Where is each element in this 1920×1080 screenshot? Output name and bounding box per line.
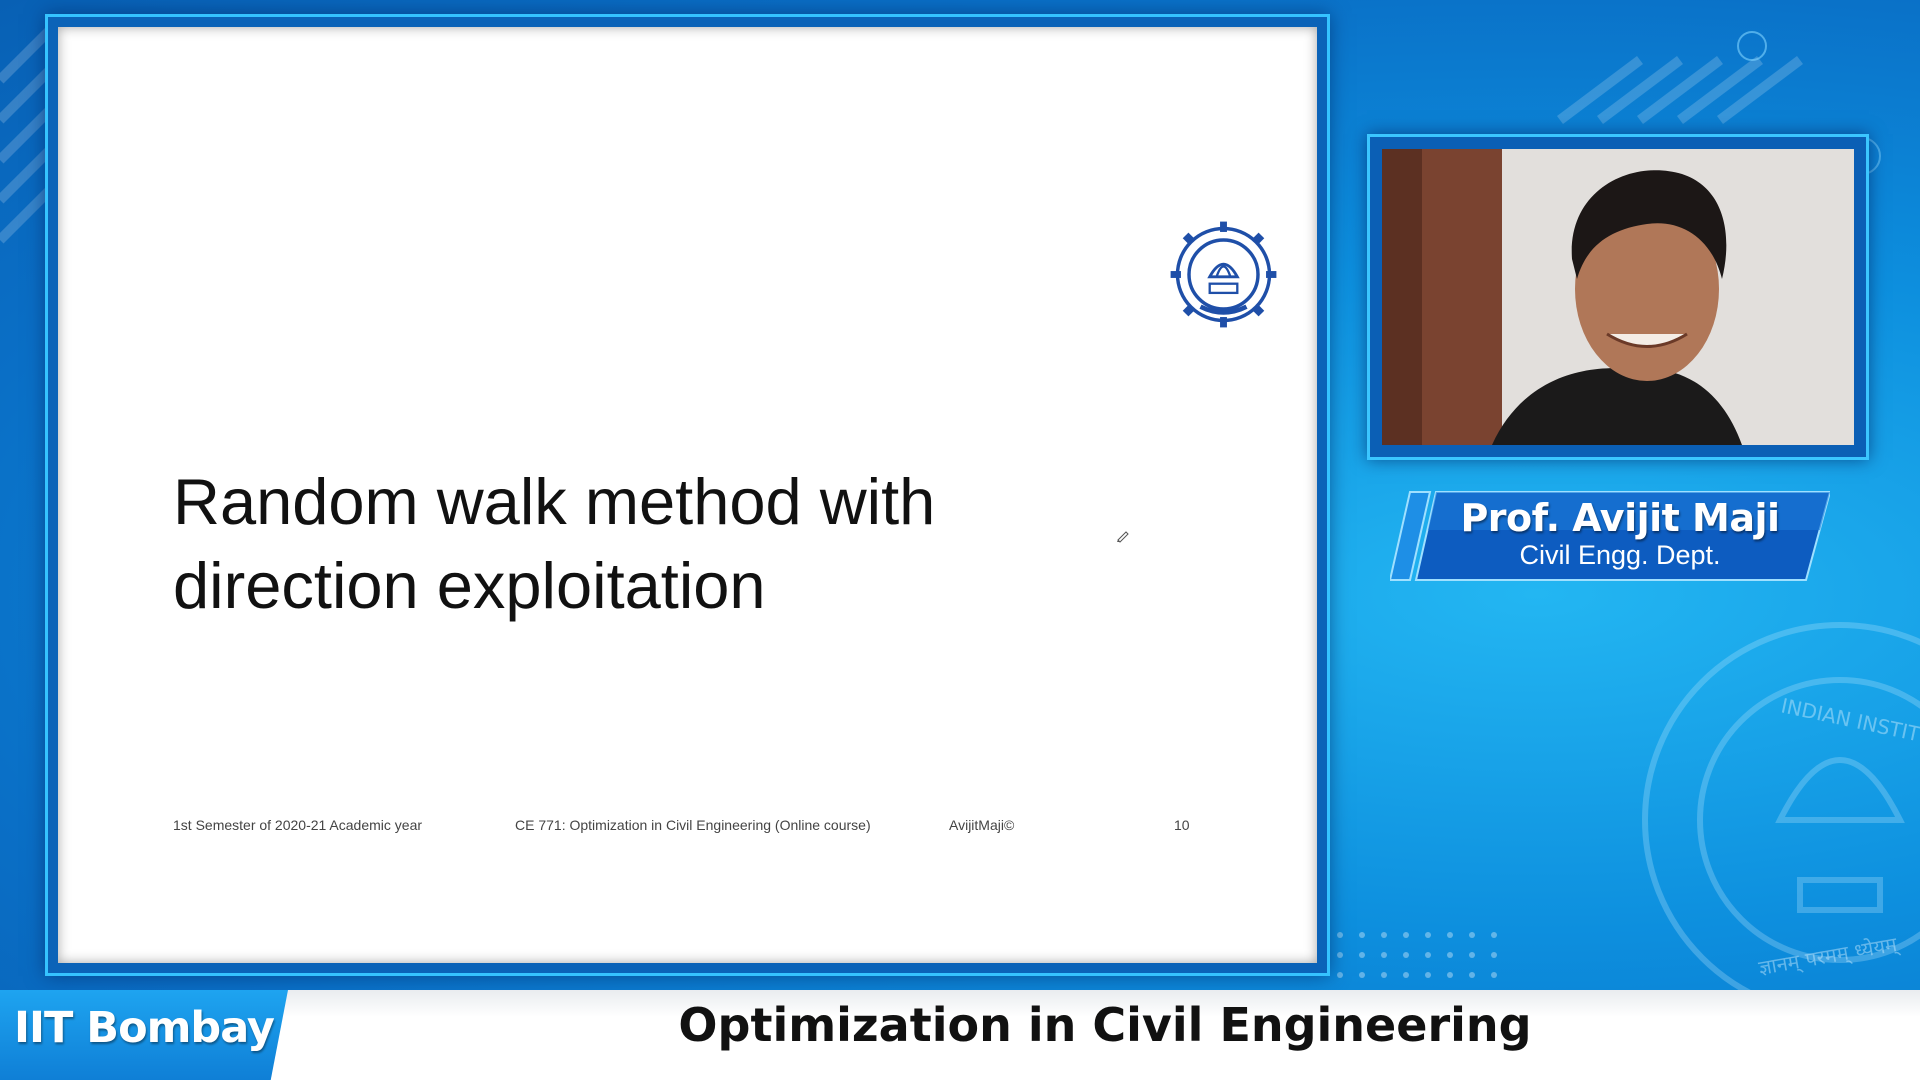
- slide-title-line2: direction exploitation: [173, 549, 766, 622]
- presenter-name: Prof. Avijit Maji: [1460, 496, 1780, 540]
- footer-semester: 1st Semester of 2020-21 Academic year: [173, 817, 423, 833]
- presenter-image: [1382, 149, 1854, 445]
- slide-title: Random walk method with direction exploi…: [173, 460, 1073, 628]
- pen-cursor-icon: [1117, 531, 1129, 543]
- slide-title-line1: Random walk method with: [173, 465, 936, 538]
- presenter-video: [1382, 149, 1854, 445]
- iit-bombay-logo-icon: [1170, 221, 1277, 328]
- presenter-department: Civil Engg. Dept.: [1519, 540, 1721, 570]
- slide: Random walk method with direction exploi…: [58, 27, 1317, 963]
- presenter-video-frame: [1367, 134, 1869, 460]
- footer-page-number: 10: [1174, 817, 1190, 833]
- presenter-name-plate: Prof. Avijit Maji Civil Engg. Dept.: [1390, 490, 1830, 582]
- course-title: Optimization in Civil Engineering: [678, 998, 1532, 1052]
- slide-frame: Random walk method with direction exploi…: [45, 14, 1330, 976]
- brand-label: IIT Bombay: [14, 1003, 275, 1053]
- emblem-motto: ज्ञानम् परमम् ध्येयम्: [1757, 931, 1902, 980]
- emblem-text: INDIAN INSTITUTE: [1779, 693, 1920, 754]
- footer-course: CE 771: Optimization in Civil Engineerin…: [515, 817, 871, 833]
- footer-author: AvijitMaji©: [949, 817, 1015, 833]
